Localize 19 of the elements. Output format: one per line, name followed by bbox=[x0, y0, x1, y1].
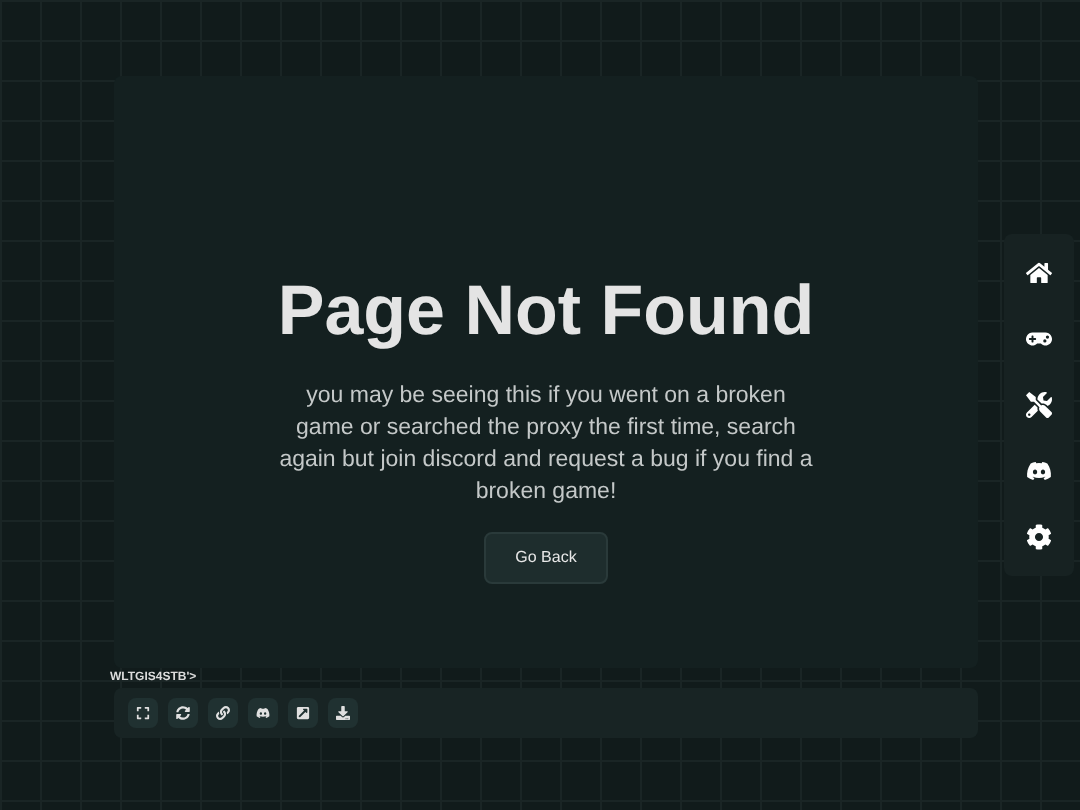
toolbar-button[interactable] bbox=[248, 698, 278, 728]
external-link-icon bbox=[296, 706, 310, 720]
toolbar-button[interactable] bbox=[288, 698, 318, 728]
go-back-button[interactable]: Go Back bbox=[484, 531, 608, 584]
toolbar-button[interactable] bbox=[208, 698, 238, 728]
download-icon bbox=[336, 706, 350, 720]
discord-icon bbox=[1026, 458, 1052, 484]
message-text: you may be seeing this if you went on a broken game or searched the proxy the first time, search again but join discord and request a bug if you find a broken game! bbox=[277, 381, 815, 508]
link-icon bbox=[216, 706, 230, 720]
toolbar-button[interactable] bbox=[128, 698, 158, 728]
toolbar-button[interactable] bbox=[168, 698, 198, 728]
toolbar-button[interactable] bbox=[328, 698, 358, 728]
reload-icon bbox=[176, 706, 190, 720]
discord-icon bbox=[256, 706, 270, 720]
home-icon bbox=[1026, 260, 1052, 286]
tools-icon bbox=[1026, 392, 1052, 418]
fullscreen-icon bbox=[136, 706, 150, 720]
page-heading: Page Not Found bbox=[277, 270, 815, 354]
settings-icon bbox=[1026, 524, 1052, 550]
